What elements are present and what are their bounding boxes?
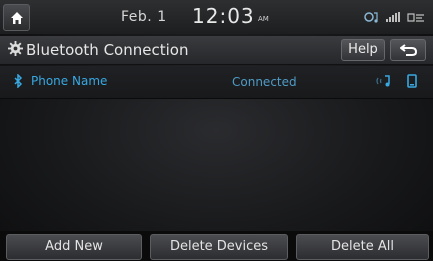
title-bar: Bluetooth Connection Help bbox=[0, 36, 433, 65]
page-title: Bluetooth Connection bbox=[26, 41, 189, 59]
clock: 12:03 bbox=[192, 4, 255, 28]
bluetooth-icon bbox=[14, 74, 23, 88]
screen: Feb. 1 12:03 AM Bluetooth Connection Hel… bbox=[0, 0, 433, 261]
device-list-item[interactable]: Phone Name Connected bbox=[0, 66, 433, 99]
device-status: Connected bbox=[232, 75, 297, 89]
date: Feb. 1 bbox=[121, 9, 167, 25]
status-bar: Feb. 1 12:03 AM bbox=[0, 0, 433, 34]
battery-icon bbox=[407, 13, 424, 22]
home-icon bbox=[11, 12, 23, 24]
delete-devices-button[interactable]: Delete Devices bbox=[150, 234, 288, 260]
home-button[interactable] bbox=[3, 4, 30, 31]
back-button[interactable] bbox=[390, 39, 426, 61]
back-arrow-icon bbox=[400, 44, 418, 56]
bluetooth-audio-icon bbox=[364, 12, 378, 23]
add-new-button[interactable]: Add New bbox=[6, 234, 142, 260]
phone-icon bbox=[407, 74, 417, 88]
status-icons bbox=[364, 12, 424, 23]
gear-icon bbox=[8, 41, 23, 56]
ampm: AM bbox=[258, 15, 269, 23]
bottom-button-bar: Add New Delete Devices Delete All bbox=[0, 231, 433, 261]
help-button[interactable]: Help bbox=[341, 39, 385, 61]
delete-all-button[interactable]: Delete All bbox=[296, 234, 429, 260]
signal-strength-icon bbox=[386, 12, 400, 22]
device-name: Phone Name bbox=[31, 74, 108, 88]
audio-streaming-icon bbox=[376, 75, 390, 87]
